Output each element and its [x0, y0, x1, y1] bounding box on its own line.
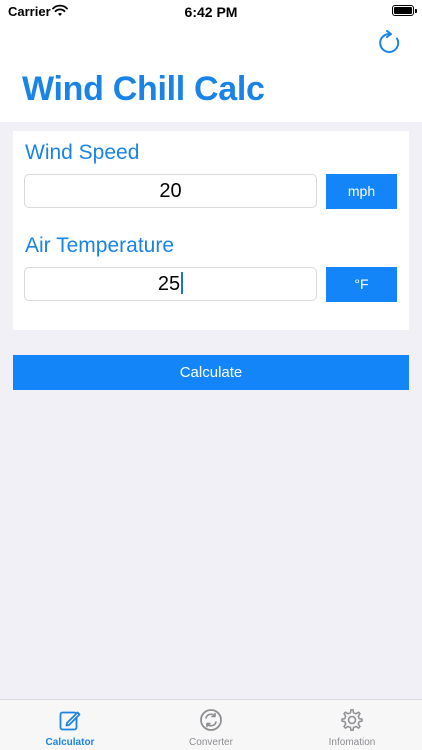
- convert-icon: [200, 709, 222, 731]
- status-time: 6:42 PM: [184, 4, 238, 20]
- tab-converter[interactable]: Converter: [141, 700, 281, 750]
- battery-icon: [392, 5, 417, 16]
- air-temperature-label: Air Temperature: [25, 234, 175, 257]
- tab-label: Infomation: [328, 737, 376, 748]
- refresh-icon[interactable]: [377, 30, 403, 56]
- calculate-button[interactable]: Calculate: [13, 355, 409, 390]
- text-cursor: [181, 272, 184, 294]
- wind-speed-unit-button[interactable]: mph: [326, 174, 397, 209]
- status-bar: Carrier 6:42 PM: [0, 0, 422, 24]
- wind-speed-input[interactable]: 20: [24, 174, 317, 208]
- header-area: Carrier 6:42 PM Wind Chill Calc: [0, 0, 422, 122]
- air-temperature-value: 25: [157, 273, 181, 295]
- tab-calculator[interactable]: Calculator: [0, 700, 140, 750]
- tab-information[interactable]: Infomation: [282, 700, 422, 750]
- page-title: Wind Chill Calc: [22, 70, 265, 108]
- tab-label: Converter: [189, 737, 233, 748]
- edit-icon: [59, 711, 81, 731]
- air-temperature-input[interactable]: 25: [24, 267, 317, 301]
- gear-icon: [341, 709, 363, 732]
- air-temperature-unit-button[interactable]: °F: [326, 267, 397, 302]
- input-card: Wind Speed 20 mph Air Temperature 25 °F: [13, 131, 409, 330]
- tab-bar: Calculator Converter Infomation: [0, 699, 422, 750]
- wind-speed-value: 20: [159, 180, 182, 202]
- wind-speed-label: Wind Speed: [25, 141, 140, 164]
- tab-label: Calculator: [45, 737, 95, 748]
